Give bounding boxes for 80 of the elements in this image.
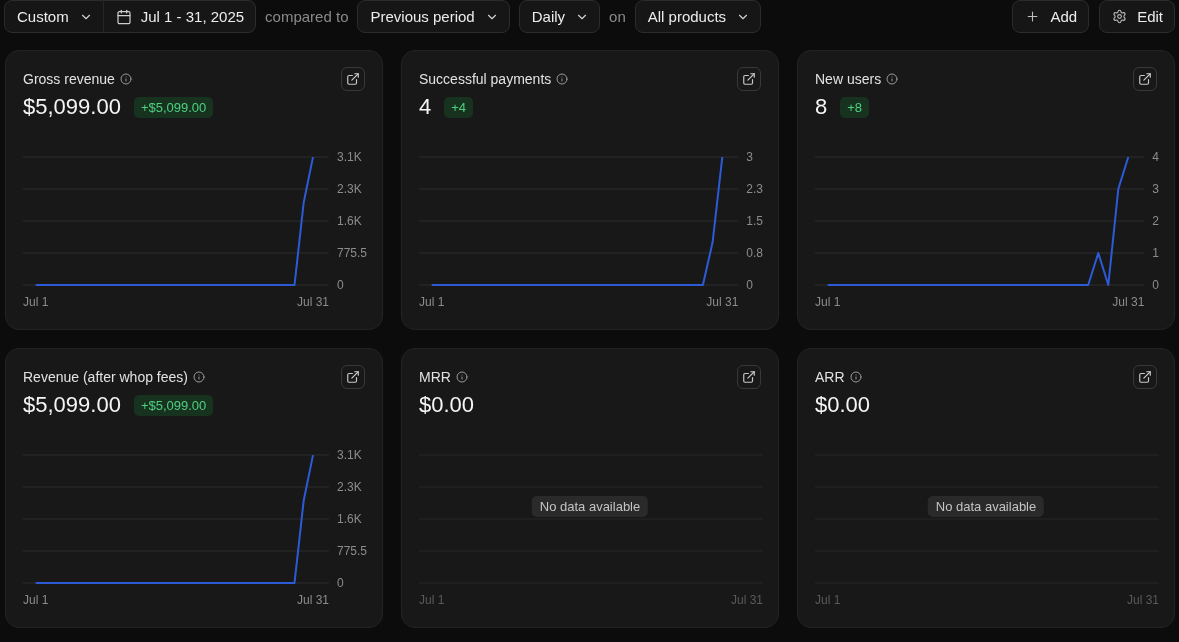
x-axis-label: Jul 31 bbox=[730, 593, 763, 607]
y-axis-label: 1.6K bbox=[337, 512, 362, 526]
x-axis-label: Jul 31 bbox=[1112, 295, 1145, 309]
y-axis-label: 3.1K bbox=[337, 448, 362, 462]
card-title: MRR bbox=[419, 369, 451, 385]
metric-value: $0.00 bbox=[419, 392, 475, 418]
y-axis-label: 0 bbox=[746, 278, 753, 292]
product-select[interactable]: All products bbox=[634, 0, 762, 33]
external-link-button[interactable] bbox=[1133, 67, 1157, 91]
external-link-button[interactable] bbox=[737, 365, 761, 389]
info-icon[interactable] bbox=[119, 73, 132, 85]
x-axis-label: Jul 1 bbox=[23, 593, 49, 607]
card-title: Gross revenue bbox=[23, 71, 115, 87]
change-badge: +8 bbox=[840, 96, 870, 118]
y-axis-label: 2 bbox=[1152, 214, 1159, 228]
metric-value: 8 bbox=[815, 94, 828, 120]
y-axis-label: 0 bbox=[337, 576, 344, 590]
on-label: on bbox=[609, 8, 626, 25]
y-axis-label: 775.5 bbox=[337, 246, 367, 260]
change-badge: +$5,099.00 bbox=[133, 96, 214, 118]
external-link-icon bbox=[346, 72, 360, 86]
external-link-button[interactable] bbox=[341, 67, 365, 91]
info-icon[interactable] bbox=[455, 371, 468, 383]
x-axis-label: Jul 31 bbox=[296, 593, 329, 607]
y-axis-label: 0 bbox=[337, 278, 344, 292]
x-axis-label: Jul 1 bbox=[419, 295, 445, 309]
change-badge: +$5,099.00 bbox=[133, 394, 214, 416]
compare-select[interactable]: Previous period bbox=[357, 0, 510, 33]
info-icon[interactable] bbox=[193, 371, 205, 383]
y-axis-label: 3 bbox=[1152, 182, 1159, 196]
x-axis-label: Jul 31 bbox=[296, 295, 329, 309]
edit-button[interactable]: Edit bbox=[1099, 0, 1175, 33]
change-badge: +4 bbox=[444, 96, 474, 118]
no-data-label: No data available bbox=[927, 496, 1045, 517]
interval-select[interactable]: Daily bbox=[518, 0, 601, 33]
y-axis-label: 775.5 bbox=[337, 544, 367, 558]
info-icon[interactable] bbox=[556, 73, 569, 85]
card-title: New users bbox=[815, 71, 882, 87]
x-axis-label: Jul 1 bbox=[815, 593, 841, 607]
x-axis-label: Jul 1 bbox=[815, 295, 841, 309]
add-button[interactable]: Add bbox=[1012, 0, 1090, 33]
y-axis-label: 2.3K bbox=[337, 480, 362, 494]
plus-icon bbox=[1025, 9, 1041, 24]
external-link-icon bbox=[742, 72, 756, 86]
calendar-icon bbox=[115, 8, 132, 25]
x-axis-label: Jul 1 bbox=[419, 593, 445, 607]
card-title: ARR bbox=[815, 369, 845, 385]
y-axis-label: 2.3K bbox=[337, 182, 362, 196]
info-icon[interactable] bbox=[886, 73, 899, 85]
compare-label: compared to bbox=[265, 8, 349, 25]
y-axis-label: 4 bbox=[1152, 150, 1159, 164]
external-link-icon bbox=[346, 370, 360, 384]
x-axis-label: Jul 1 bbox=[23, 295, 49, 309]
y-axis-label: 1.5 bbox=[746, 214, 763, 228]
metric-value: $5,099.00 bbox=[23, 94, 121, 120]
external-link-button[interactable] bbox=[737, 67, 761, 91]
date-range-button[interactable]: Jul 1 - 31, 2025 bbox=[102, 0, 257, 33]
y-axis-label: 0 bbox=[1152, 278, 1159, 292]
metric-value: $5,099.00 bbox=[23, 392, 121, 418]
x-axis-label: Jul 31 bbox=[1126, 593, 1159, 607]
info-icon[interactable] bbox=[849, 371, 862, 383]
card-title: Successful payments bbox=[419, 71, 552, 87]
external-link-button[interactable] bbox=[341, 365, 365, 389]
y-axis-label: 3.1K bbox=[337, 150, 362, 164]
metric-value: 4 bbox=[419, 94, 432, 120]
y-axis-label: 0.8 bbox=[746, 246, 763, 260]
settings-icon bbox=[1112, 9, 1128, 24]
x-axis-label: Jul 31 bbox=[706, 295, 739, 309]
metric-value: $0.00 bbox=[815, 392, 871, 418]
no-data-label: No data available bbox=[531, 496, 649, 517]
y-axis-label: 1.6K bbox=[337, 214, 362, 228]
external-link-icon bbox=[1138, 72, 1152, 86]
y-axis-label: 2.3 bbox=[746, 182, 763, 196]
y-axis-label: 1 bbox=[1152, 246, 1159, 260]
external-link-icon bbox=[742, 370, 756, 384]
external-link-icon bbox=[1138, 370, 1152, 384]
external-link-button[interactable] bbox=[1133, 365, 1157, 389]
card-title: Revenue (after whop fees) bbox=[23, 369, 188, 385]
range-select[interactable]: Custom bbox=[4, 0, 104, 33]
y-axis-label: 3 bbox=[746, 150, 753, 164]
